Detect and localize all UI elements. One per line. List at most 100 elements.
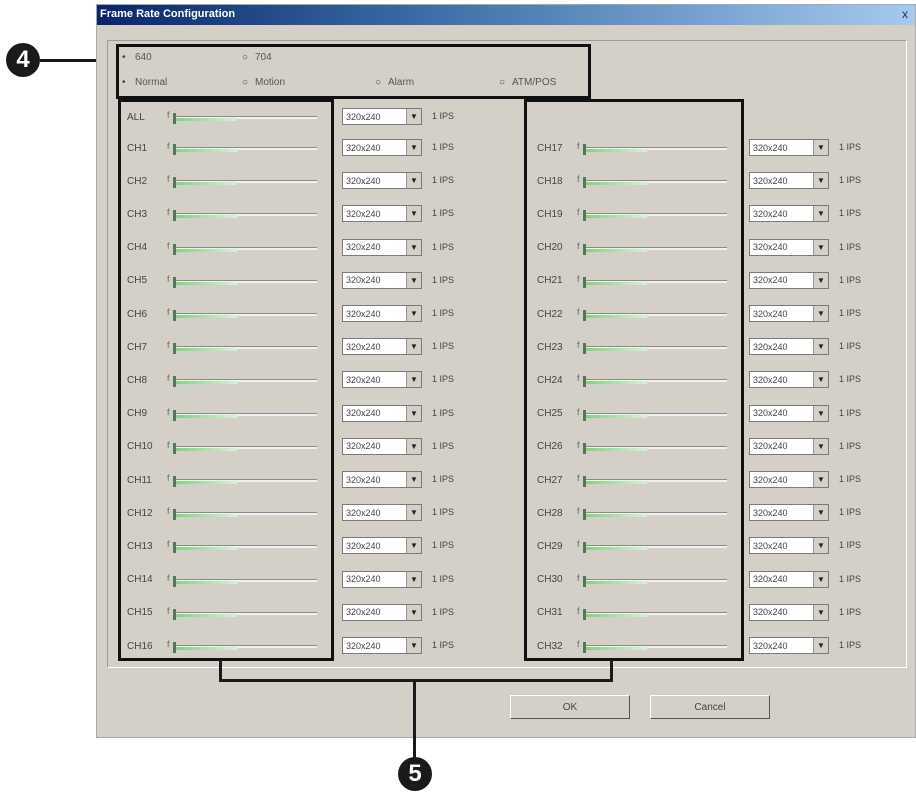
resolution-select[interactable]: 320x240 ▼ [749, 437, 829, 455]
slider-thumb[interactable] [583, 608, 586, 620]
resolution-select[interactable]: 320x240 ▼ [749, 570, 829, 588]
chevron-down-icon[interactable]: ▼ [406, 438, 421, 454]
frame-rate-slider[interactable]: f [167, 606, 317, 620]
frame-rate-slider[interactable]: f [167, 539, 317, 554]
frame-rate-slider[interactable]: f [167, 373, 317, 388]
resolution-select[interactable]: 320x240 ▼ [749, 338, 829, 356]
resolution-select[interactable]: 320x240 ▼ [749, 471, 829, 488]
frame-rate-slider[interactable]: f [577, 207, 727, 222]
resolution-select[interactable]: 320x240 ▼ [342, 471, 422, 488]
resolution-select[interactable]: 320x240 ▼ [749, 504, 829, 522]
chevron-down-icon[interactable]: ▼ [813, 604, 828, 620]
slider-thumb[interactable] [583, 144, 586, 155]
frame-rate-slider[interactable]: f [167, 639, 317, 653]
frame-rate-slider[interactable]: f [577, 373, 727, 388]
chevron-down-icon[interactable]: ▼ [813, 405, 828, 421]
chevron-down-icon[interactable]: ▼ [813, 638, 828, 653]
frame-rate-slider[interactable]: f [167, 473, 317, 487]
resolution-select[interactable]: 320x240 ▼ [342, 371, 422, 389]
slider-thumb[interactable] [583, 243, 586, 255]
slider-thumb[interactable] [583, 276, 586, 288]
resolution-select[interactable]: 320x240 ▼ [749, 205, 829, 223]
chevron-down-icon[interactable]: ▼ [406, 109, 421, 124]
frame-rate-slider[interactable]: f [577, 506, 727, 521]
frame-rate-slider[interactable]: f [167, 141, 317, 155]
slider-thumb[interactable] [583, 177, 586, 189]
slider-thumb[interactable] [173, 113, 176, 124]
slider-thumb[interactable] [173, 542, 176, 554]
slider-thumb[interactable] [583, 343, 586, 355]
resolution-select[interactable]: 320x240 ▼ [342, 338, 422, 356]
slider-thumb[interactable] [173, 642, 176, 653]
chevron-down-icon[interactable]: ▼ [406, 571, 421, 587]
slider-thumb[interactable] [173, 376, 176, 388]
frame-rate-slider[interactable]: f [577, 573, 727, 587]
frame-rate-slider[interactable]: f [167, 274, 317, 288]
slider-thumb[interactable] [173, 276, 176, 288]
resolution-select[interactable]: 320x240 ▼ [749, 404, 829, 422]
slider-thumb[interactable] [173, 243, 176, 255]
frame-rate-slider[interactable]: f [577, 174, 727, 189]
slider-thumb[interactable] [173, 144, 176, 155]
slider-thumb[interactable] [583, 476, 586, 487]
frame-rate-slider[interactable]: f [577, 407, 727, 421]
chevron-down-icon[interactable]: ▼ [813, 538, 828, 554]
chevron-down-icon[interactable]: ▼ [813, 472, 828, 487]
resolution-select[interactable]: 320x240 ▼ [749, 305, 829, 322]
resolution-select[interactable]: 320x240 ▼ [342, 603, 422, 621]
frame-rate-slider[interactable]: f [577, 539, 727, 554]
resolution-select[interactable]: 320x240 ▼ [749, 238, 829, 256]
resolution-select[interactable]: 320x240 ▼ [749, 603, 829, 621]
slider-thumb[interactable] [173, 476, 176, 487]
slider-thumb[interactable] [583, 542, 586, 554]
resolution-select[interactable]: 320x240 ▼ [749, 271, 829, 289]
resolution-select[interactable]: 320x240 ▼ [342, 404, 422, 422]
resolution-select[interactable]: 320x240 ▼ [749, 172, 829, 190]
chevron-down-icon[interactable]: ▼ [813, 438, 828, 454]
slider-thumb[interactable] [583, 575, 586, 587]
slider-thumb[interactable] [583, 409, 586, 421]
resolution-select[interactable]: 320x240 ▼ [749, 139, 829, 156]
slider-thumb[interactable] [583, 210, 586, 222]
frame-rate-slider[interactable]: f [577, 340, 727, 355]
slider-thumb[interactable] [173, 177, 176, 189]
chevron-down-icon[interactable]: ▼ [406, 173, 421, 189]
slider-thumb[interactable] [173, 442, 176, 454]
chevron-down-icon[interactable]: ▼ [406, 372, 421, 388]
resolution-select[interactable]: 320x240 ▼ [342, 271, 422, 289]
slider-thumb[interactable] [173, 310, 176, 321]
chevron-down-icon[interactable]: ▼ [406, 339, 421, 355]
frame-rate-slider[interactable]: f [167, 207, 317, 222]
frame-rate-slider[interactable]: f [167, 440, 317, 454]
slider-thumb[interactable] [583, 642, 586, 653]
cancel-button[interactable]: Cancel [650, 695, 770, 719]
frame-rate-slider[interactable]: f [167, 174, 317, 189]
chevron-down-icon[interactable]: ▼ [406, 239, 421, 255]
slider-thumb[interactable] [173, 509, 176, 521]
chevron-down-icon[interactable]: ▼ [406, 505, 421, 521]
frame-rate-slider[interactable]: f [577, 274, 727, 288]
chevron-down-icon[interactable]: ▼ [813, 206, 828, 222]
resolution-select[interactable]: 320x240 ▼ [342, 205, 422, 223]
frame-rate-slider[interactable]: f [167, 241, 317, 255]
frame-rate-slider[interactable]: f [167, 573, 317, 587]
chevron-down-icon[interactable]: ▼ [813, 372, 828, 388]
chevron-down-icon[interactable]: ▼ [813, 571, 828, 587]
resolution-select[interactable]: 320x240 ▼ [342, 139, 422, 156]
slider-thumb[interactable] [173, 608, 176, 620]
frame-rate-slider[interactable]: f [577, 440, 727, 454]
ok-button[interactable]: OK [510, 695, 630, 719]
resolution-select[interactable]: 320x240 ▼ [749, 637, 829, 654]
frame-rate-slider[interactable]: f [167, 407, 317, 421]
frame-rate-slider[interactable]: f [167, 506, 317, 521]
frame-rate-slider[interactable]: f [577, 141, 727, 155]
frame-rate-slider[interactable]: f [577, 473, 727, 487]
resolution-select[interactable]: 320x240 ▼ [342, 305, 422, 322]
resolution-select[interactable]: 320x240 ▼ [342, 637, 422, 654]
chevron-down-icon[interactable]: ▼ [813, 173, 828, 189]
resolution-select[interactable]: 320x240 ▼ [749, 371, 829, 389]
resolution-select[interactable]: 320x240 ▼ [342, 238, 422, 256]
frame-rate-slider[interactable]: f [577, 241, 727, 255]
slider-thumb[interactable] [583, 442, 586, 454]
close-icon[interactable]: x [897, 7, 913, 22]
